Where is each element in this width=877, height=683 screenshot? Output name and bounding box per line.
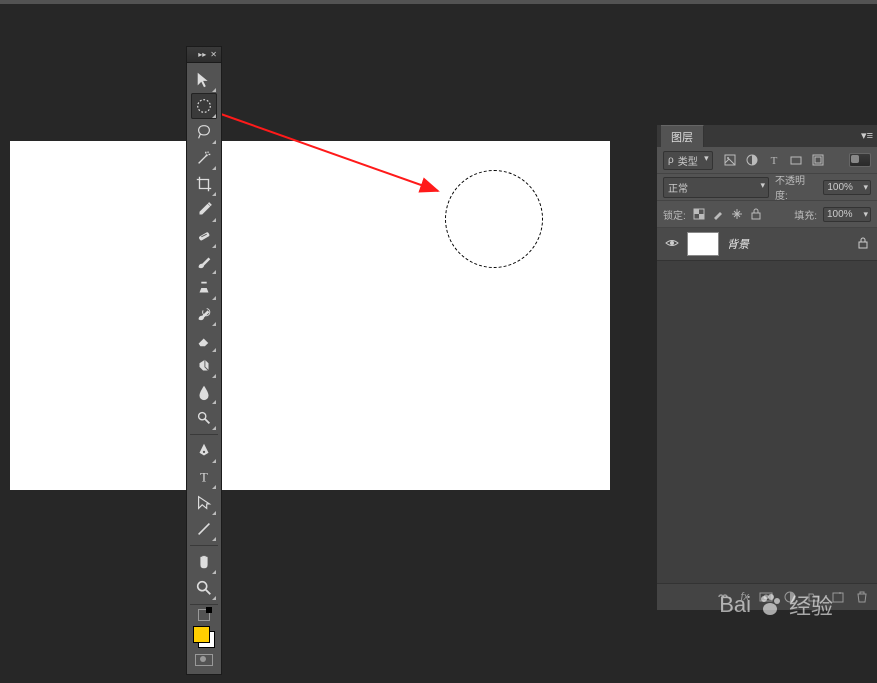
lock-label: 锁定:: [663, 207, 686, 222]
eyedropper-tool[interactable]: [191, 197, 217, 223]
filter-pixel-icon[interactable]: [721, 153, 739, 167]
lock-all-icon[interactable]: [749, 207, 763, 221]
layer-lock-icon: [857, 237, 869, 252]
layer-thumbnail[interactable]: [687, 232, 719, 256]
hand-tool[interactable]: [191, 549, 217, 575]
adjustment-layer-icon[interactable]: [783, 590, 797, 604]
toolbox-panel: ▸▸ ✕: [186, 46, 222, 675]
blur-tool[interactable]: [191, 379, 217, 405]
group-icon[interactable]: [807, 590, 821, 604]
layer-mask-icon[interactable]: [759, 590, 773, 604]
collapse-icon[interactable]: ▸▸: [198, 51, 206, 59]
lock-transparent-icon[interactable]: [692, 207, 706, 221]
clone-stamp-tool[interactable]: [191, 275, 217, 301]
move-tool[interactable]: [191, 67, 217, 93]
filter-adjust-icon[interactable]: [743, 153, 761, 167]
healing-brush-tool[interactable]: [191, 223, 217, 249]
blend-mode-select[interactable]: 正常: [663, 177, 769, 198]
lasso-tool[interactable]: [191, 119, 217, 145]
delete-layer-icon[interactable]: [855, 590, 869, 604]
svg-text:T: T: [200, 471, 208, 485]
filter-smart-icon[interactable]: [809, 153, 827, 167]
svg-text:T: T: [770, 155, 777, 167]
link-layers-icon[interactable]: [716, 590, 730, 604]
shape-tool[interactable]: [191, 516, 217, 542]
foreground-color-swatch[interactable]: [193, 626, 210, 643]
blend-row: 正常 不透明度: 100%: [657, 174, 877, 201]
filter-type-icon[interactable]: T: [765, 153, 783, 167]
magic-wand-tool[interactable]: [191, 145, 217, 171]
layer-row[interactable]: 背景: [657, 228, 877, 261]
close-icon[interactable]: ✕: [210, 51, 217, 59]
crop-tool[interactable]: [191, 171, 217, 197]
app-top-strip: [0, 0, 877, 4]
visibility-icon[interactable]: [665, 236, 679, 253]
fill-input[interactable]: 100%: [823, 207, 871, 222]
layer-filter-row: ρ类型 T: [657, 147, 877, 174]
brush-tool[interactable]: [191, 249, 217, 275]
filter-toggle[interactable]: [849, 153, 871, 167]
quick-mask-toggle[interactable]: [191, 652, 217, 668]
default-colors[interactable]: [191, 608, 217, 622]
lock-pixels-icon[interactable]: [711, 207, 725, 221]
opacity-input[interactable]: 100%: [823, 180, 871, 195]
zoom-tool[interactable]: [191, 575, 217, 601]
type-tool[interactable]: T: [191, 464, 217, 490]
elliptical-selection: [445, 170, 543, 268]
new-layer-icon[interactable]: [831, 590, 845, 604]
eraser-tool[interactable]: [191, 327, 217, 353]
layer-fx-icon[interactable]: fx: [740, 591, 749, 603]
path-selection-tool[interactable]: [191, 490, 217, 516]
gradient-tool[interactable]: [191, 353, 217, 379]
color-swatches[interactable]: [191, 624, 217, 650]
history-brush-tool[interactable]: [191, 301, 217, 327]
filter-shape-icon[interactable]: [787, 153, 805, 167]
panel-menu-icon[interactable]: ▾≡: [861, 129, 873, 142]
pen-tool[interactable]: [191, 438, 217, 464]
filter-kind-select[interactable]: ρ类型: [663, 151, 713, 170]
lock-row: 锁定: 填充: 100%: [657, 201, 877, 228]
lock-position-icon[interactable]: [730, 207, 744, 221]
fill-label: 填充:: [794, 207, 817, 222]
panel-tabs: 图层 ▾≡: [657, 125, 877, 147]
layers-panel-footer: fx: [657, 583, 877, 610]
toolbox: T: [186, 62, 222, 675]
layers-tab[interactable]: 图层: [661, 125, 704, 147]
dodge-tool[interactable]: [191, 405, 217, 431]
layers-panel: « 图层 ▾≡ ρ类型 T 正常 不透明度: 100% 锁定: 填充: 100%: [656, 125, 877, 610]
opacity-label: 不透明度:: [775, 172, 817, 202]
layer-name[interactable]: 背景: [727, 236, 849, 252]
toolbox-header[interactable]: ▸▸ ✕: [186, 46, 222, 62]
marquee-tool[interactable]: [191, 93, 217, 119]
layer-list: 背景: [657, 228, 877, 583]
